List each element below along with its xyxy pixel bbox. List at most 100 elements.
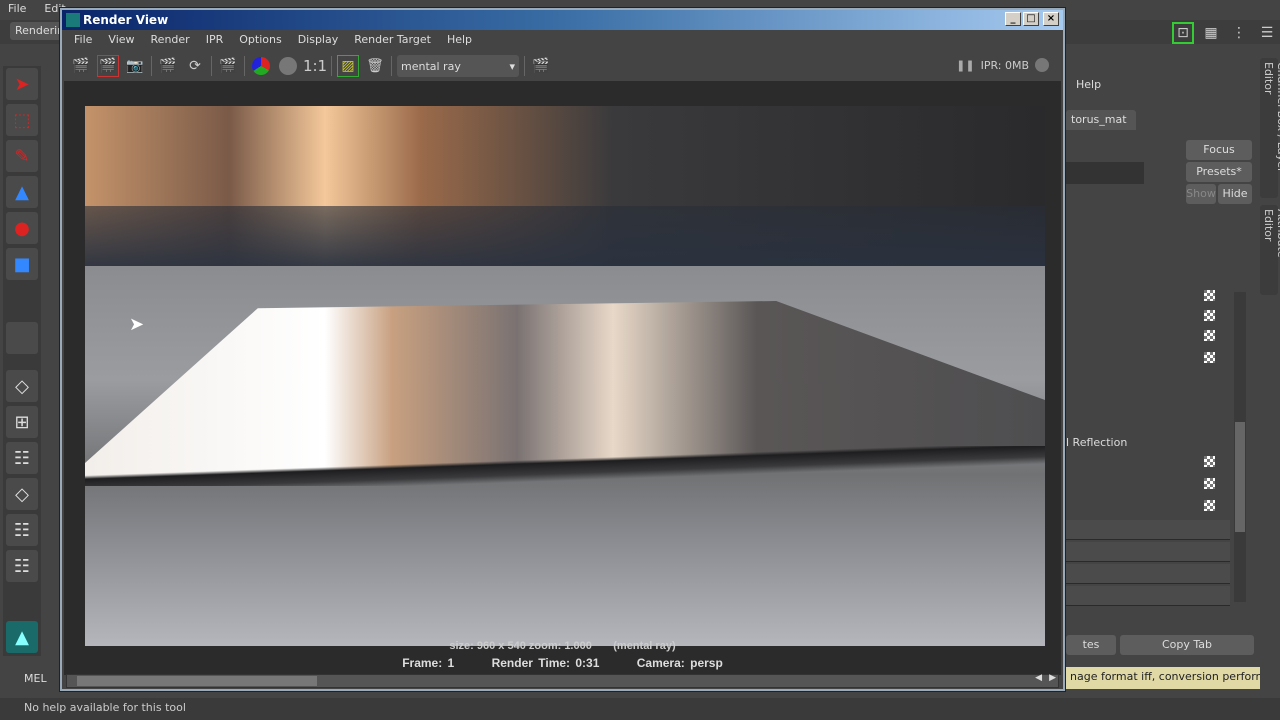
keep-image-icon[interactable]: ▨ — [337, 55, 359, 77]
divider — [211, 56, 212, 76]
map-button-icon[interactable] — [1204, 330, 1215, 341]
minimize-button[interactable]: _ — [1005, 12, 1021, 26]
channel-box-icon[interactable]: ▦ — [1200, 22, 1222, 44]
status-light-icon — [1035, 58, 1049, 72]
mouse-cursor-icon: ➤ — [129, 314, 145, 335]
remove-image-icon[interactable]: 🗑 — [364, 55, 386, 77]
ae-vertical-scrollbar[interactable] — [1234, 292, 1246, 602]
snapshot-icon[interactable]: 📷 — [124, 55, 146, 77]
menu-help[interactable]: Help — [447, 33, 472, 51]
node-name-field[interactable] — [1066, 162, 1144, 184]
renderer-value: mental ray — [401, 59, 461, 73]
collapsed-section[interactable] — [1066, 586, 1230, 606]
menu-display[interactable]: Display — [298, 33, 339, 51]
render-toolbar: 🎬 🎬 📷 🎬 ⟳ 🎬 1:1 ▨ 🗑 mental ray ▾ 🎬 — [62, 53, 1063, 79]
reflection-section-label: l Reflection — [1066, 436, 1128, 449]
camera-info: Camera: persp — [636, 656, 723, 670]
scroll-left-icon[interactable]: ◀ — [1035, 673, 1042, 683]
renderer-dropdown[interactable]: mental ray ▾ — [397, 55, 519, 77]
render-region-icon[interactable]: 🎬 — [97, 55, 119, 77]
menu-file[interactable]: File — [74, 33, 92, 51]
map-button-icon[interactable] — [1204, 290, 1215, 301]
hypershade-layout-icon[interactable]: ☷ — [6, 514, 38, 546]
render-layout-icon[interactable]: ☷ — [6, 550, 38, 582]
menu-file[interactable]: File — [8, 2, 26, 16]
render-settings-icon[interactable]: 🎬 — [217, 55, 239, 77]
scrollbar-thumb[interactable] — [1235, 422, 1245, 532]
maya-logo-icon: ▲ — [6, 621, 38, 653]
maya-app-icon — [66, 13, 80, 27]
map-button-icon[interactable] — [1204, 456, 1215, 467]
render-viewport[interactable]: ➤ size: 960 x 540 zoom: 1.000 (mental ra… — [64, 81, 1061, 675]
menu-render-target[interactable]: Render Target — [354, 33, 431, 51]
presets-button[interactable]: Presets* — [1186, 162, 1252, 182]
menu-view[interactable]: View — [108, 33, 134, 51]
hide-button[interactable]: Hide — [1218, 184, 1252, 204]
notes-button[interactable]: tes — [1066, 635, 1116, 655]
collapsed-section[interactable] — [1066, 542, 1230, 562]
redo-render-icon[interactable]: 🎬 — [70, 55, 92, 77]
render-view-window: Render View _ □ × File View Render IPR O… — [60, 8, 1065, 691]
tool-settings-icon[interactable]: ⊡ — [1172, 22, 1194, 44]
title-bar[interactable]: Render View _ □ × — [62, 10, 1063, 30]
tab-attribute-editor[interactable]: Attribute Editor — [1260, 205, 1280, 295]
scale-tool-icon[interactable]: ■ — [6, 248, 38, 280]
scrollbar-thumb[interactable] — [77, 676, 317, 686]
empty-tool-slot[interactable] — [6, 322, 38, 354]
menu-options[interactable]: Options — [239, 33, 281, 51]
show-button[interactable]: Show — [1186, 184, 1216, 204]
collapsed-section[interactable] — [1066, 520, 1230, 540]
help-line: No help available for this tool — [0, 698, 1280, 720]
ipr-render-icon[interactable]: 🎬 — [157, 55, 179, 77]
attribute-editor-panel: Help torus_mat Focus Presets* Show Hide … — [1066, 70, 1258, 695]
image-info-line: size: 960 x 540 zoom: 1.000 (mental ray) — [64, 640, 1061, 652]
layer-editor-icon[interactable]: ☰ — [1256, 22, 1278, 44]
tab-label: Channel Box / Layer Editor — [1262, 62, 1280, 173]
collapsed-section[interactable] — [1066, 564, 1230, 584]
ipr-status: ❚❚ IPR: 0MB — [956, 58, 1049, 72]
toolbox: ➤ ⬚ ✎ ▲ ● ■ ◇ ⊞ ☷ ◇ ☷ ☷ ▲ — [3, 66, 41, 656]
rotate-tool-icon[interactable]: ● — [6, 212, 38, 244]
paint-select-icon[interactable]: ✎ — [6, 140, 38, 172]
move-tool-icon[interactable]: ▲ — [6, 176, 38, 208]
ipr-memory: IPR: 0MB — [980, 58, 1029, 72]
horizontal-scrollbar[interactable]: ◀ ▶ — [66, 673, 1059, 688]
mel-label: MEL — [24, 672, 47, 685]
render-stats-line: Frame: 1 Render Time: 0:31 Camera: persp — [64, 656, 1061, 670]
panel-toggle-buttons: ⊡ ▦ ⋮ ☰ — [1172, 22, 1278, 44]
close-button[interactable]: × — [1043, 12, 1059, 26]
ae-menu-help[interactable]: Help — [1076, 78, 1101, 91]
command-feedback: nage format iff, conversion performed b — [1066, 667, 1260, 689]
copy-tab-button[interactable]: Copy Tab — [1120, 635, 1254, 655]
outliner-layout-icon[interactable]: ☷ — [6, 442, 38, 474]
scroll-right-icon[interactable]: ▶ — [1049, 673, 1056, 683]
render-time-info: Render Time: 0:31 — [491, 656, 600, 670]
refresh-ipr-icon[interactable]: ⟳ — [184, 55, 206, 77]
alpha-channel-icon[interactable] — [277, 55, 299, 77]
rgb-channels-icon[interactable] — [250, 55, 272, 77]
four-pane-layout-icon[interactable]: ⊞ — [6, 406, 38, 438]
pause-icon[interactable]: ❚❚ — [956, 59, 974, 72]
menu-render[interactable]: Render — [151, 33, 190, 51]
map-button-icon[interactable] — [1204, 352, 1215, 363]
menu-ipr[interactable]: IPR — [206, 33, 224, 51]
lasso-tool-icon[interactable]: ⬚ — [6, 104, 38, 136]
render-settings-clapper-icon[interactable]: 🎬 — [530, 55, 552, 77]
maximize-button[interactable]: □ — [1023, 12, 1039, 26]
select-tool-icon[interactable]: ➤ — [6, 68, 38, 100]
ae-tab-torus-mat[interactable]: torus_mat — [1066, 110, 1136, 130]
render-view-menu: File View Render IPR Options Display Ren… — [62, 33, 1063, 51]
divider — [331, 56, 332, 76]
divider — [391, 56, 392, 76]
map-button-icon[interactable] — [1204, 500, 1215, 511]
attribute-editor-icon[interactable]: ⋮ — [1228, 22, 1250, 44]
map-button-icon[interactable] — [1204, 310, 1215, 321]
divider — [244, 56, 245, 76]
real-size-button[interactable]: 1:1 — [303, 55, 327, 77]
single-pane-layout-icon[interactable]: ◇ — [6, 370, 38, 402]
map-button-icon[interactable] — [1204, 478, 1215, 489]
tab-channel-box[interactable]: Channel Box / Layer Editor — [1260, 58, 1280, 198]
graph-layout-icon[interactable]: ◇ — [6, 478, 38, 510]
focus-button[interactable]: Focus — [1186, 140, 1252, 160]
window-title: Render View — [83, 13, 169, 27]
